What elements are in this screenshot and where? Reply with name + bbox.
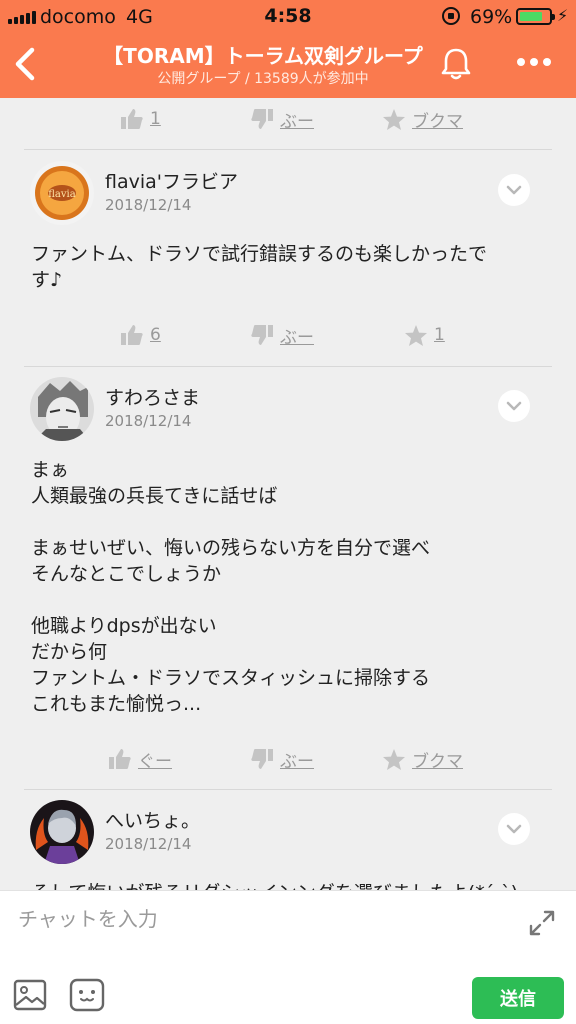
post-header: すわろさま 2018/12/14 [30, 377, 540, 441]
dislike-button[interactable]: ぶー [250, 98, 314, 140]
dislike-label: ぶー [280, 751, 314, 772]
post-body: ファントム、ドラソで試行錯誤するのも楽しかったで す♪ [31, 241, 541, 293]
thumbs-up-icon [109, 749, 131, 769]
post-date: 2018/12/14 [105, 412, 192, 430]
username[interactable]: へいちょ。 [105, 806, 200, 833]
post-line: ファントム・ドラソでスタィッシュに掃除する [31, 667, 431, 689]
post-body: そして悔いが残るリダシッインングを選びましたよ(*´-`) [31, 880, 541, 890]
divider [24, 149, 552, 150]
post-menu-button[interactable] [498, 174, 530, 206]
expand-button[interactable] [526, 907, 558, 939]
post-menu-button[interactable] [498, 390, 530, 422]
post-line: まぁ [31, 459, 70, 481]
rotation-lock-icon [442, 7, 460, 25]
avatar[interactable] [30, 377, 94, 441]
notification-button[interactable] [436, 44, 476, 84]
post-date: 2018/12/14 [105, 196, 192, 214]
dislike-label: ぶー [280, 327, 314, 348]
thumbs-up-icon [121, 325, 143, 345]
bookmark-count: 1 [434, 325, 445, 345]
username[interactable]: flavia'フラビア [105, 167, 238, 194]
like-button[interactable]: ぐー [108, 738, 172, 780]
group-subtitle: 公開グループ / 13589人が参加中 [157, 71, 369, 87]
bookmark-label: ブクマ [412, 111, 463, 132]
post-line [31, 587, 541, 613]
divider [24, 789, 552, 790]
divider [24, 366, 552, 367]
like-count: 1 [150, 109, 161, 129]
avatar[interactable] [30, 800, 94, 864]
post-line: そして悔いが残るリダシッインングを選びましたよ(*´-`) [31, 880, 541, 890]
star-icon [383, 108, 405, 130]
image-icon [13, 979, 47, 1011]
sticker-icon [69, 978, 105, 1012]
dislike-button[interactable]: ぶー [250, 738, 314, 780]
more-dots-icon [517, 58, 551, 66]
like-count: 6 [150, 325, 161, 345]
bookmark-button[interactable]: 1 [404, 314, 445, 356]
chat-composer: 送信 [0, 890, 576, 1024]
like-button[interactable]: 1 [120, 98, 161, 140]
like-button[interactable]: 6 [120, 314, 161, 356]
thumbs-down-icon [251, 749, 273, 769]
post-line: まぁせいぜい、悔いの残らない方を自分で選べ [31, 537, 431, 559]
chevron-down-icon [506, 824, 522, 834]
avatar[interactable]: flavia [30, 161, 94, 225]
post-date: 2018/12/14 [105, 835, 192, 853]
post-header: flavia flavia'フラビア 2018/12/14 [30, 161, 540, 225]
star-icon [383, 748, 405, 770]
username[interactable]: すわろさま [105, 383, 200, 410]
star-icon [405, 324, 427, 346]
charging-icon: ⚡ [557, 6, 569, 25]
chevron-down-icon [506, 185, 522, 195]
post-line: だから何 [31, 641, 108, 663]
post-line: 人類最強の兵長てきに話せば [31, 485, 278, 507]
back-button[interactable] [6, 42, 46, 86]
post-actions: 6 ぶー 1 [24, 314, 552, 356]
thumbs-down-icon [251, 325, 273, 345]
post-line: ファントム、ドラソで試行錯誤するのも楽しかったで [31, 243, 488, 265]
dislike-button[interactable]: ぶー [250, 314, 314, 356]
post-line: 他職よりdpsが出ない [31, 615, 217, 637]
image-button[interactable] [12, 977, 48, 1013]
more-button[interactable] [512, 52, 556, 72]
sticker-button[interactable] [68, 977, 106, 1013]
thumbs-down-icon [251, 109, 273, 129]
group-title: 【TORAM】トーラム双剣グループ [103, 44, 423, 68]
post-line: そんなとこでしょうか [31, 563, 222, 585]
group-header: 【TORAM】トーラム双剣グループ 公開グループ / 13589人が参加中 [0, 34, 576, 98]
post-body: まぁ 人類最強の兵長てきに話せば まぁせいぜい、悔いの残らない方を自分で選べ そ… [31, 457, 541, 717]
post-line [31, 509, 541, 535]
post-line: これもまた愉悦っ... [31, 693, 202, 715]
bookmark-label: ブクマ [412, 751, 463, 772]
dislike-label: ぶー [280, 111, 314, 132]
post-header: へいちょ。 2018/12/14 [30, 800, 540, 864]
battery-icon [516, 8, 555, 25]
thumbs-up-icon [121, 109, 143, 129]
status-bar: docomo 4G 4:58 69% ⚡ [0, 0, 576, 34]
like-label: ぐー [138, 751, 172, 772]
battery-percent: 69% [470, 6, 513, 28]
post-menu-button[interactable] [498, 813, 530, 845]
battery-level [520, 12, 543, 21]
post-actions: 1 ぶー ブクマ [24, 98, 552, 140]
chevron-left-icon [15, 47, 35, 81]
post-feed[interactable]: 1 ぶー ブクマ flavia flavia'フラビア 2018/12/14 フ… [0, 98, 576, 890]
post-actions: ぐー ぶー ブクマ [24, 738, 552, 780]
send-button[interactable]: 送信 [472, 977, 564, 1019]
chat-input[interactable] [18, 897, 498, 941]
bell-icon [441, 48, 471, 80]
chevron-down-icon [506, 401, 522, 411]
svg-text:flavia: flavia [48, 189, 75, 200]
bookmark-button[interactable]: ブクマ [382, 738, 463, 780]
bookmark-button[interactable]: ブクマ [382, 98, 463, 140]
post-line: す♪ [31, 269, 63, 291]
expand-icon [529, 910, 555, 936]
